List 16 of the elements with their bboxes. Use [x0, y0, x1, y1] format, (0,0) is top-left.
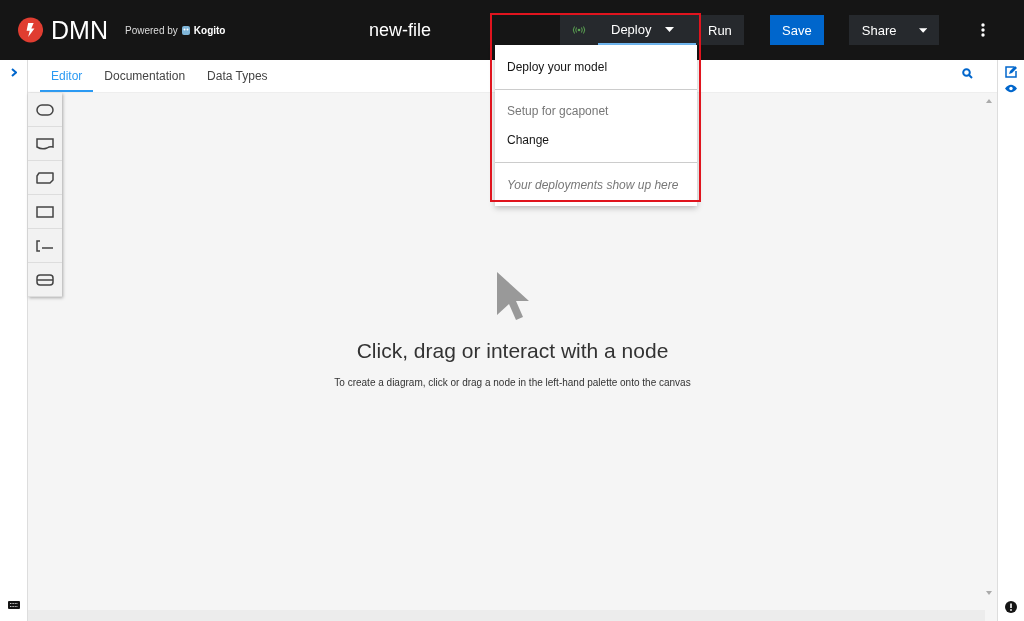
deploy-dropdown-button[interactable]: Deploy — [598, 15, 696, 45]
run-button[interactable]: Run — [696, 15, 744, 45]
file-name[interactable]: new-file — [369, 19, 560, 41]
menu-item[interactable]: Change — [495, 124, 697, 156]
empty-state-hint: To create a diagram, click or drag a node in the left-hand palette onto the canvas — [334, 377, 691, 388]
tab[interactable]: Documentation — [93, 62, 197, 92]
save-button[interactable]: Save — [769, 15, 824, 45]
menu-group-heading: Setup for gcaponet — [506, 103, 610, 120]
brand-name: Kogito — [193, 24, 226, 36]
share-dropdown-button[interactable]: Share — [848, 15, 939, 45]
empty-hint: Your deployments show up here — [506, 177, 680, 194]
powered-by-label: Powered by — [125, 24, 178, 36]
app-name: DMN — [51, 15, 108, 45]
tab[interactable]: Data Types — [196, 62, 279, 92]
menu-item[interactable]: Deploy your model — [495, 51, 697, 83]
empty-state-title: Click, drag or interact with a node — [356, 339, 669, 363]
